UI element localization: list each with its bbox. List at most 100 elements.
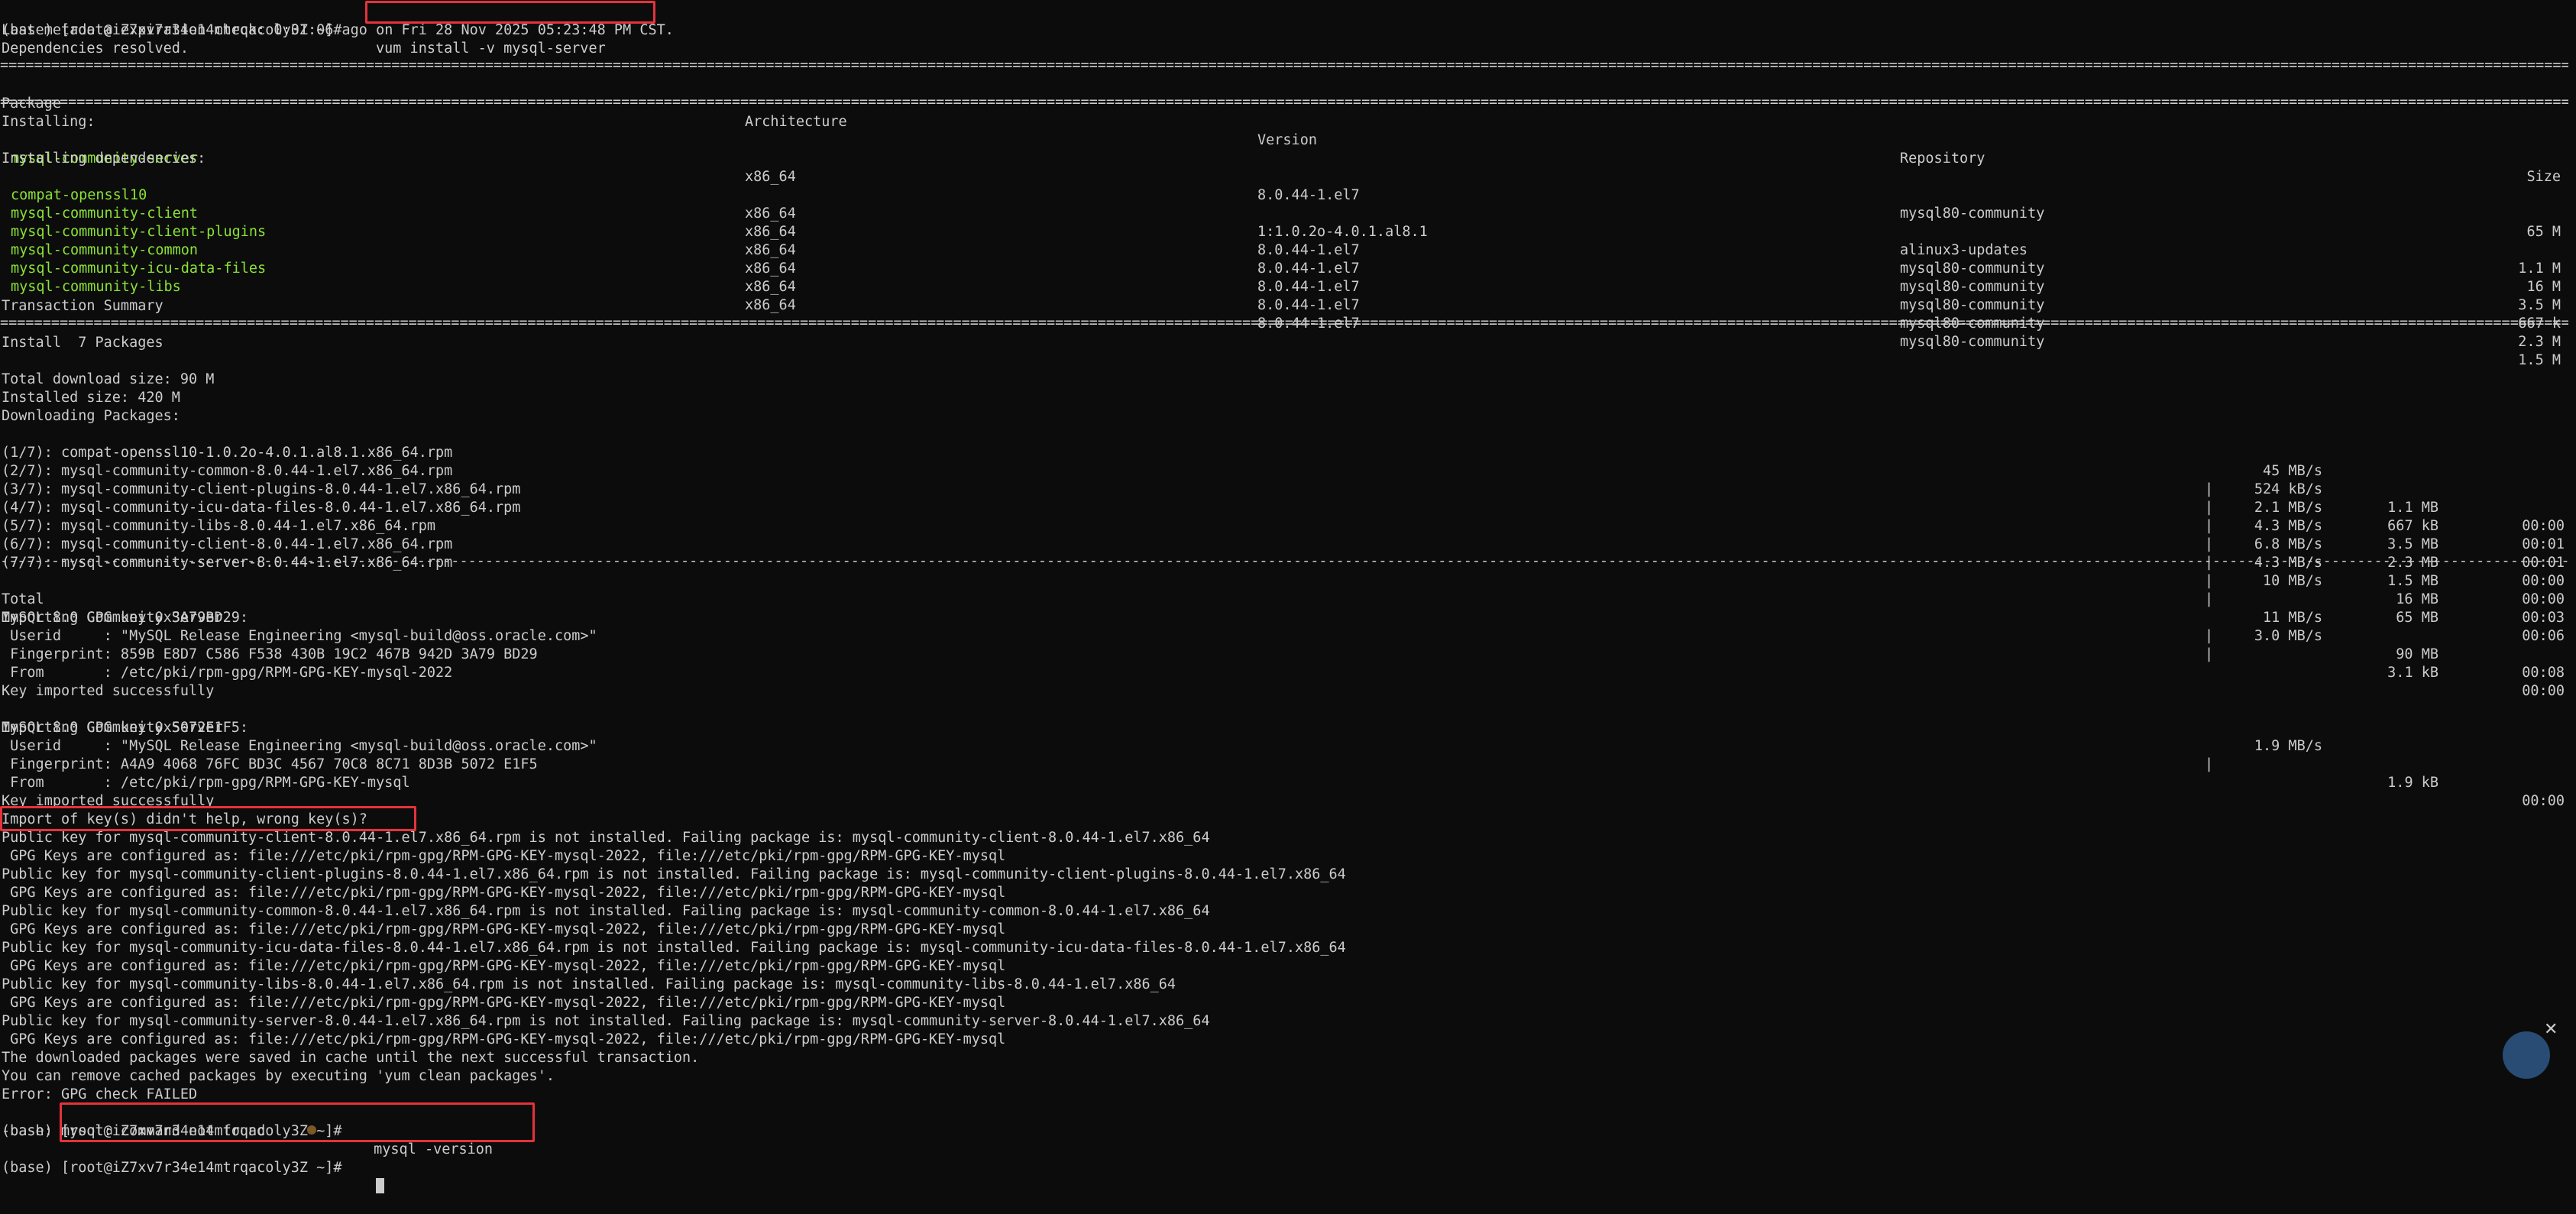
installed-size-text: Installed size: 420 M — [2, 390, 180, 406]
server-key-row: MySQL 8.0 Community Server 1.9 MB/s | 1.… — [0, 701, 2576, 809]
error-line: GPG Keys are configured as: file:///etc/… — [0, 1031, 2576, 1049]
error-text: Error: GPG check FAILED — [2, 1086, 198, 1102]
table-row: compat-openssl10 x86_64 1:1.0.2o-4.0.1.a… — [0, 168, 2576, 277]
download-size-line: Total download size: 90 M — [0, 371, 2576, 389]
error-line: Public key for mysql-community-client-8.… — [0, 829, 2576, 847]
installed-size-line: Installed size: 420 M — [0, 389, 2576, 407]
package-size: 1.5 M — [2518, 352, 2561, 368]
rule-double: ========================================… — [0, 94, 2568, 110]
error-text: GPG Keys are configured as: file:///etc/… — [2, 995, 1006, 1011]
command-line-3: (base) [root@iZ7xv7r34e14mtrqacoly3Z ~]# — [0, 1141, 2576, 1193]
summary-label: Transaction Summary — [0, 297, 2576, 316]
floating-assistant-icon[interactable] — [2503, 1031, 2550, 1079]
deps-resolved-text: Dependencies resolved. — [2, 40, 189, 57]
terminal-output[interactable]: (base) [root@iZ7xv7r34e14mtrqacoly3Z ~]#… — [0, 0, 2576, 1193]
gpg-line: Userid : "MySQL Release Engineering <mys… — [0, 627, 2576, 646]
error-line: GPG Keys are configured as: file:///etc/… — [0, 847, 2576, 866]
close-icon[interactable]: ✕ — [2544, 1021, 2558, 1039]
downloading-label: Downloading Packages: — [0, 407, 2576, 426]
gpg-line: Fingerprint: 859B E8D7 C586 F538 430B 19… — [0, 646, 2576, 664]
error-line: GPG Keys are configured as: file:///etc/… — [0, 884, 2576, 902]
table-header: Package Architecture Version Repository … — [0, 76, 2576, 185]
gpg-text: Importing GPG key 0x3A79BD29: — [2, 610, 249, 626]
gpg-line: From : /etc/pki/rpm-gpg/RPM-GPG-KEY-mysq… — [0, 774, 2576, 792]
text-cursor[interactable] — [376, 1177, 384, 1196]
download-row: (7/7): mysql-community-server-8.0.44-1.e… — [0, 536, 2576, 644]
error-line: Error: GPG check FAILED — [0, 1086, 2576, 1104]
gpg-text: Importing GPG key 0x5072E1F5: — [2, 720, 249, 736]
error-line: Public key for mysql-community-libs-8.0.… — [0, 976, 2576, 994]
gpg-text: Key imported successfully — [2, 793, 215, 809]
error-text: GPG Keys are configured as: file:///etc/… — [2, 1031, 1006, 1047]
total-row: Total 11 MB/s | 90 MB 00:08 — [0, 572, 2576, 681]
error-text: Public key for mysql-community-common-8.… — [2, 903, 1210, 919]
error-text: Public key for mysql-community-server-8.… — [2, 1013, 1210, 1029]
server-key-row: MySQL 8.0 Community Server 3.0 MB/s | 3.… — [0, 591, 2576, 699]
emoji-icon — [307, 1125, 316, 1135]
error-line: Public key for mysql-community-icu-data-… — [0, 939, 2576, 957]
metadata-text: Last metadata expiration check: 0:01:06 … — [2, 22, 674, 38]
install-count-text: Install 7 Packages — [2, 335, 163, 351]
gpg-text: Fingerprint: A4A9 4068 76FC BD3C 4567 70… — [2, 756, 538, 772]
package-name: mysql-community-libs — [11, 279, 181, 295]
table-row: mysql-community-common x86_64 8.0.44-1.e… — [0, 223, 2576, 332]
error-line: GPG Keys are configured as: file:///etc/… — [0, 957, 2576, 976]
download-row: (2/7): mysql-community-common-8.0.44-1.e… — [0, 444, 2576, 552]
gpg-text: From : /etc/pki/rpm-gpg/RPM-GPG-KEY-mysq… — [2, 665, 453, 681]
error-text: GPG Keys are configured as: file:///etc/… — [2, 921, 1006, 937]
table-row: mysql-community-client x86_64 8.0.44-1.e… — [0, 186, 2576, 295]
error-line: GPG Keys are configured as: file:///etc/… — [0, 921, 2576, 939]
error-text: You can remove cached packages by execut… — [2, 1068, 555, 1084]
import-error-text: Import of key(s) didn't help, wrong key(… — [2, 811, 367, 827]
summary-text: Transaction Summary — [2, 298, 163, 314]
gpg-line: From : /etc/pki/rpm-gpg/RPM-GPG-KEY-mysq… — [0, 664, 2576, 682]
gpg-line: Key imported successfully — [0, 792, 2576, 811]
gpg-line: Fingerprint: A4A9 4068 76FC BD3C 4567 70… — [0, 756, 2576, 774]
gpg-line: Importing GPG key 0x3A79BD29: — [0, 609, 2576, 627]
error-line: GPG Keys are configured as: file:///etc/… — [0, 994, 2576, 1012]
import-error-line: Import of key(s) didn't help, wrong key(… — [0, 811, 2576, 829]
installing-label: Installing: — [0, 113, 2576, 131]
gpg-text: Fingerprint: 859B E8D7 C586 F538 430B 19… — [2, 646, 538, 662]
error-text: Public key for mysql-community-icu-data-… — [2, 940, 1346, 956]
gpg-line: Userid : "MySQL Release Engineering <mys… — [0, 737, 2576, 756]
gpg-text: Userid : "MySQL Release Engineering <mys… — [2, 628, 597, 644]
shell-prompt: (base) [root@iZ7xv7r34e14mtrqacoly3Z ~]# — [2, 1160, 342, 1176]
table-row: mysql-community-libs x86_64 8.0.44-1.el7… — [0, 260, 2576, 368]
installing-text: Installing: — [2, 114, 95, 130]
bash-error-text: -bash: mysql: command not found — [2, 1123, 266, 1139]
rule-double: ========================================… — [0, 57, 2568, 73]
error-text: GPG Keys are configured as: file:///etc/… — [2, 958, 1006, 974]
error-line: Public key for mysql-community-server-8.… — [0, 1012, 2576, 1031]
package-version: 8.0.44-1.el7 — [1257, 279, 1360, 295]
table-row: mysql-community-icu-data-files x86_64 8.… — [0, 241, 2576, 350]
download-row: (5/7): mysql-community-libs-8.0.44-1.el7… — [0, 499, 2576, 607]
downloading-text: Downloading Packages: — [2, 408, 180, 424]
download-size-text: Total download size: 90 M — [2, 371, 215, 387]
download-row: (3/7): mysql-community-client-plugins-8.… — [0, 462, 2576, 571]
table-row: mysql-community-client-plugins x86_64 8.… — [0, 205, 2576, 313]
error-text: GPG Keys are configured as: file:///etc/… — [2, 885, 1006, 901]
command-line-1: (base) [root@iZ7xv7r34e14mtrqacoly3Z ~]#… — [0, 3, 2576, 57]
deps-resolved-line: Dependencies resolved. — [0, 40, 2576, 58]
gpg-line: Importing GPG key 0x5072E1F5: — [0, 719, 2576, 737]
deps-text: Installing dependencies: — [2, 151, 206, 167]
rule-double: ========================================… — [0, 315, 2568, 331]
install-count-line: Install 7 Packages — [0, 334, 2576, 352]
gpg-text: Key imported successfully — [2, 683, 215, 699]
download-row: (6/7): mysql-community-client-8.0.44-1.e… — [0, 517, 2576, 626]
error-text: GPG Keys are configured as: file:///etc/… — [2, 848, 1006, 864]
error-line: Public key for mysql-community-common-8.… — [0, 902, 2576, 921]
metadata-line: Last metadata expiration check: 0:01:06 … — [0, 21, 2576, 40]
error-line: Public key for mysql-community-client-pl… — [0, 866, 2576, 884]
error-text: Public key for mysql-community-libs-8.0.… — [2, 976, 1176, 992]
command-line-2: (base) [root@iZ7xv7r34e14mtrqacoly3Z ~]#… — [0, 1104, 2576, 1157]
gpg-text: Userid : "MySQL Release Engineering <mys… — [2, 738, 597, 754]
error-text: Public key for mysql-community-client-8.… — [2, 830, 1210, 846]
package-arch: x86_64 — [745, 279, 796, 295]
table-row: mysql-community-server x86_64 8.0.44-1.e… — [0, 131, 2576, 240]
deps-label: Installing dependencies: — [0, 150, 2576, 168]
error-line: You can remove cached packages by execut… — [0, 1067, 2576, 1086]
gpg-text: From : /etc/pki/rpm-gpg/RPM-GPG-KEY-mysq… — [2, 775, 410, 791]
error-text: The downloaded packages were saved in ca… — [2, 1050, 700, 1066]
